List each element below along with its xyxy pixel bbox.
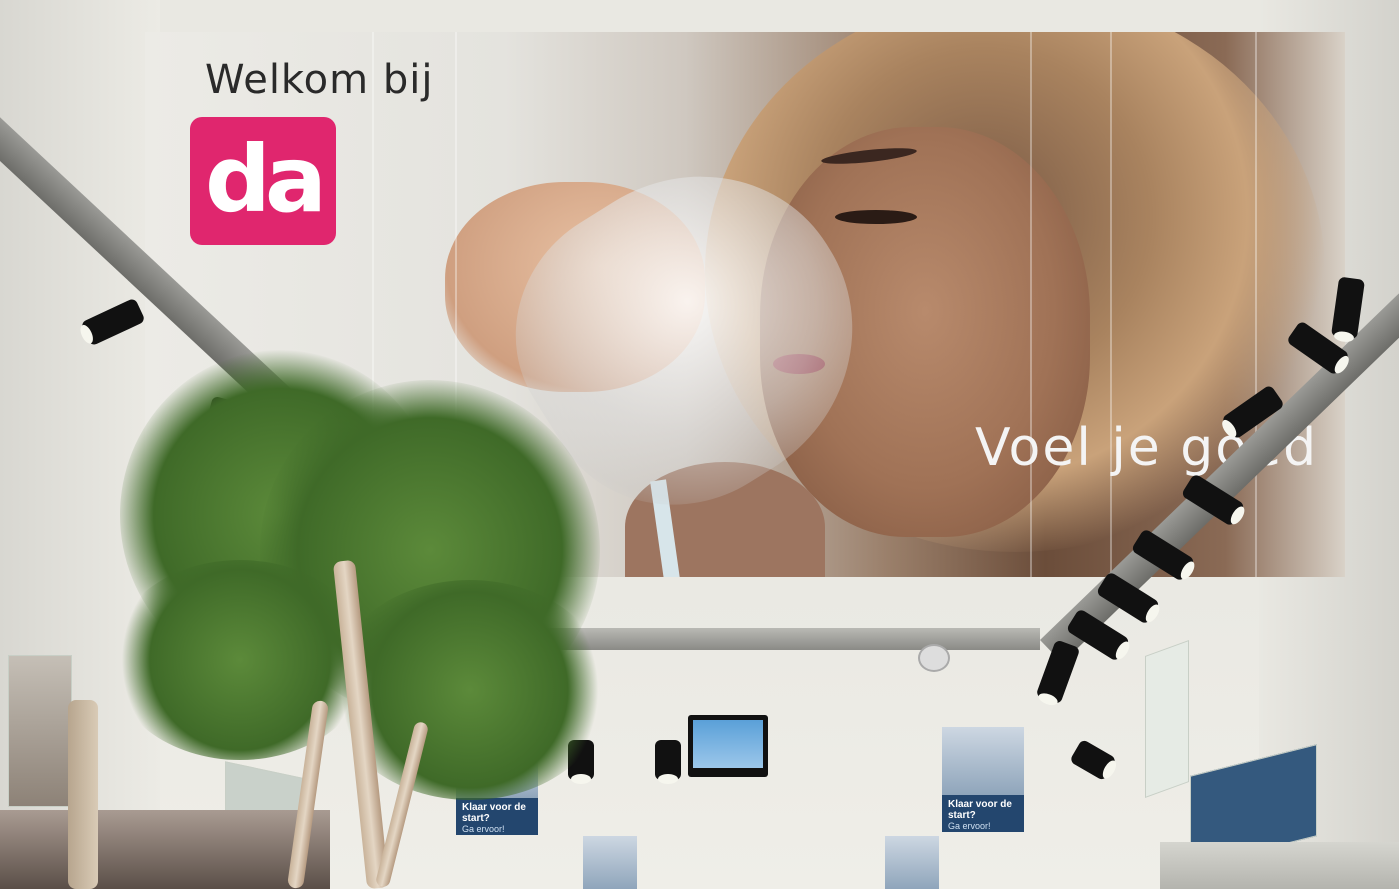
- poster-headline: Klaar voor de start?: [462, 802, 526, 824]
- poster-photo: [583, 836, 637, 889]
- aisle-sign: [1145, 639, 1189, 799]
- monitor-screen: [693, 720, 763, 768]
- spotlight: [1035, 639, 1081, 705]
- poster-photo: [885, 836, 939, 889]
- poster-subline: Ga ervoor!: [948, 821, 991, 831]
- store-interior-photo: Welkom bij da Voel je goed Klaar voor de…: [0, 0, 1399, 889]
- banner-seam: [1255, 32, 1257, 577]
- welcome-text: Welkom bij: [205, 57, 434, 103]
- promo-poster: Klaar voor de start? Ga ervoor!: [942, 727, 1024, 832]
- promo-poster: [583, 836, 637, 889]
- poster-photo: [942, 727, 1024, 795]
- ceiling-monitor: [688, 715, 768, 777]
- display-post: [68, 700, 98, 889]
- security-camera: [918, 644, 950, 672]
- banner-seam: [1110, 32, 1112, 577]
- decorative-tree-foliage: [110, 560, 370, 760]
- promo-poster: [885, 836, 939, 889]
- closed-eye: [835, 210, 917, 224]
- product-shelf: [0, 810, 330, 889]
- poster-headline: Klaar voor de start?: [948, 799, 1012, 821]
- ceiling-truss: [540, 628, 1040, 650]
- spotlight: [655, 740, 681, 784]
- da-logo: da: [190, 117, 336, 245]
- spotlight: [1069, 738, 1117, 782]
- poster-subline: Ga ervoor!: [462, 824, 505, 834]
- banner-seam: [1030, 32, 1032, 577]
- wall-poster: [8, 655, 72, 807]
- product-shelf: [1160, 842, 1399, 889]
